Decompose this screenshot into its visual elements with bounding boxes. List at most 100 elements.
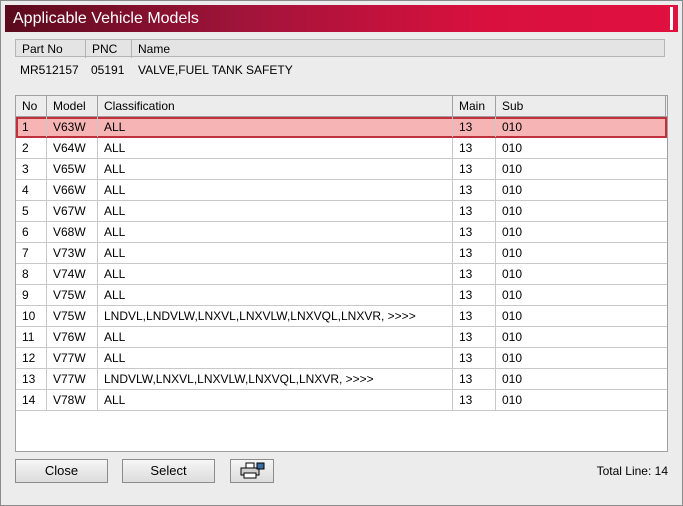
select-button[interactable]: Select [122, 459, 215, 483]
title-bar-edge [670, 7, 673, 30]
column-header-no[interactable]: No [16, 96, 47, 116]
cell-sub: 010 [502, 225, 523, 239]
column-header-sub[interactable]: Sub [496, 96, 666, 116]
part-info-panel: Part No PNC Name MR512157 05191 VALVE,FU… [15, 39, 665, 89]
column-header-classification[interactable]: Classification [98, 96, 453, 116]
cell-main: 13 [453, 180, 496, 200]
part-no-header: Part No [16, 40, 86, 58]
cell-main: 13 [453, 138, 496, 158]
cell-model: V75W [47, 285, 98, 305]
cell-no: 8 [16, 264, 47, 284]
table-row[interactable]: 7 V73W ALL 13 010 [16, 243, 667, 264]
cell-sub: 010 [502, 393, 523, 407]
cell-no: 1 [16, 117, 47, 137]
pnc-header: PNC [86, 40, 132, 58]
print-button[interactable] [230, 459, 274, 483]
cell-main: 13 [453, 285, 496, 305]
cell-main: 13 [453, 348, 496, 368]
cell-no: 3 [16, 159, 47, 179]
cell-model: V76W [47, 327, 98, 347]
cell-model: V73W [47, 243, 98, 263]
cell-main: 13 [453, 390, 496, 410]
cell-classification: LNDVL,LNDVLW,LNXVL,LNXVLW,LNXVQL,LNXVR, … [98, 306, 453, 326]
table-row[interactable]: 2 V64W ALL 13 010 [16, 138, 667, 159]
cell-model: V75W [47, 306, 98, 326]
cell-sub: 010 [502, 267, 523, 281]
cell-main: 13 [453, 117, 496, 137]
table-row[interactable]: 4 V66W ALL 13 010 [16, 180, 667, 201]
cell-no: 4 [16, 180, 47, 200]
cell-classification: ALL [98, 243, 453, 263]
table-row[interactable]: 14 V78W ALL 13 010 [16, 390, 667, 411]
cell-no: 7 [16, 243, 47, 263]
name-header: Name [138, 42, 171, 56]
cell-no: 9 [16, 285, 47, 305]
cell-sub: 010 [502, 141, 523, 155]
printer-icon [240, 462, 265, 479]
table-row[interactable]: 3 V65W ALL 13 010 [16, 159, 667, 180]
cell-main: 13 [453, 306, 496, 326]
cell-classification: ALL [98, 117, 453, 137]
table-header: No Model Classification Main Sub [16, 96, 667, 117]
cell-classification: ALL [98, 138, 453, 158]
cell-model: V74W [47, 264, 98, 284]
table-row[interactable]: 9 V75W ALL 13 010 [16, 285, 667, 306]
cell-no: 11 [16, 327, 47, 347]
table-row[interactable]: 10 V75W LNDVL,LNDVLW,LNXVL,LNXVLW,LNXVQL,L… [16, 306, 667, 327]
cell-main: 13 [453, 369, 496, 389]
models-table[interactable]: No Model Classification Main Sub 1 V63W AL… [15, 95, 668, 452]
table-row[interactable]: 11 V76W ALL 13 010 [16, 327, 667, 348]
cell-classification: ALL [98, 264, 453, 284]
cell-model: V63W [47, 117, 98, 137]
table-row[interactable]: 1 V63W ALL 13 010 [16, 117, 667, 138]
cell-classification: ALL [98, 327, 453, 347]
cell-no: 13 [16, 369, 47, 389]
cell-classification: ALL [98, 390, 453, 410]
total-lines: Total Line: 14 [596, 464, 668, 478]
cell-sub: 010 [502, 330, 523, 344]
cell-sub: 010 [502, 351, 523, 365]
cell-classification: ALL [98, 222, 453, 242]
table-row[interactable]: 12 V77W ALL 13 010 [16, 348, 667, 369]
cell-sub: 010 [502, 162, 523, 176]
column-header-main[interactable]: Main [453, 96, 496, 116]
cell-sub: 010 [502, 183, 523, 197]
name-value: VALVE,FUEL TANK SAFETY [138, 63, 293, 77]
column-header-model[interactable]: Model [47, 96, 98, 116]
cell-no: 10 [16, 306, 47, 326]
close-button[interactable]: Close [15, 459, 108, 483]
table-row[interactable]: 5 V67W ALL 13 010 [16, 201, 667, 222]
cell-classification: ALL [98, 201, 453, 221]
cell-classification: ALL [98, 285, 453, 305]
table-row[interactable]: 13 V77W LNDVLW,LNXVL,LNXVLW,LNXVQL,LNXVR, … [16, 369, 667, 390]
cell-no: 14 [16, 390, 47, 410]
cell-sub: 010 [502, 204, 523, 218]
cell-main: 13 [453, 159, 496, 179]
cell-classification: ALL [98, 180, 453, 200]
cell-sub: 010 [502, 246, 523, 260]
pnc-value: 05191 [91, 63, 125, 77]
cell-main: 13 [453, 243, 496, 263]
cell-sub: 010 [502, 120, 523, 134]
applicable-models-window: Applicable Vehicle Models Part No PNC Na… [0, 0, 683, 506]
cell-main: 13 [453, 327, 496, 347]
cell-main: 13 [453, 201, 496, 221]
cell-model: V77W [47, 348, 98, 368]
cell-sub: 010 [502, 288, 523, 302]
table-row[interactable]: 8 V74W ALL 13 010 [16, 264, 667, 285]
cell-no: 12 [16, 348, 47, 368]
cell-model: V64W [47, 138, 98, 158]
window-title: Applicable Vehicle Models [13, 10, 199, 27]
cell-model: V67W [47, 201, 98, 221]
title-bar[interactable]: Applicable Vehicle Models [5, 5, 678, 32]
table-row[interactable]: 6 V68W ALL 13 010 [16, 222, 667, 243]
cell-no: 5 [16, 201, 47, 221]
cell-classification: ALL [98, 159, 453, 179]
cell-no: 2 [16, 138, 47, 158]
cell-sub: 010 [502, 309, 523, 323]
cell-main: 13 [453, 222, 496, 242]
cell-classification: ALL [98, 348, 453, 368]
part-no-value: MR512157 [20, 63, 79, 77]
cell-model: V77W [47, 369, 98, 389]
cell-model: V68W [47, 222, 98, 242]
